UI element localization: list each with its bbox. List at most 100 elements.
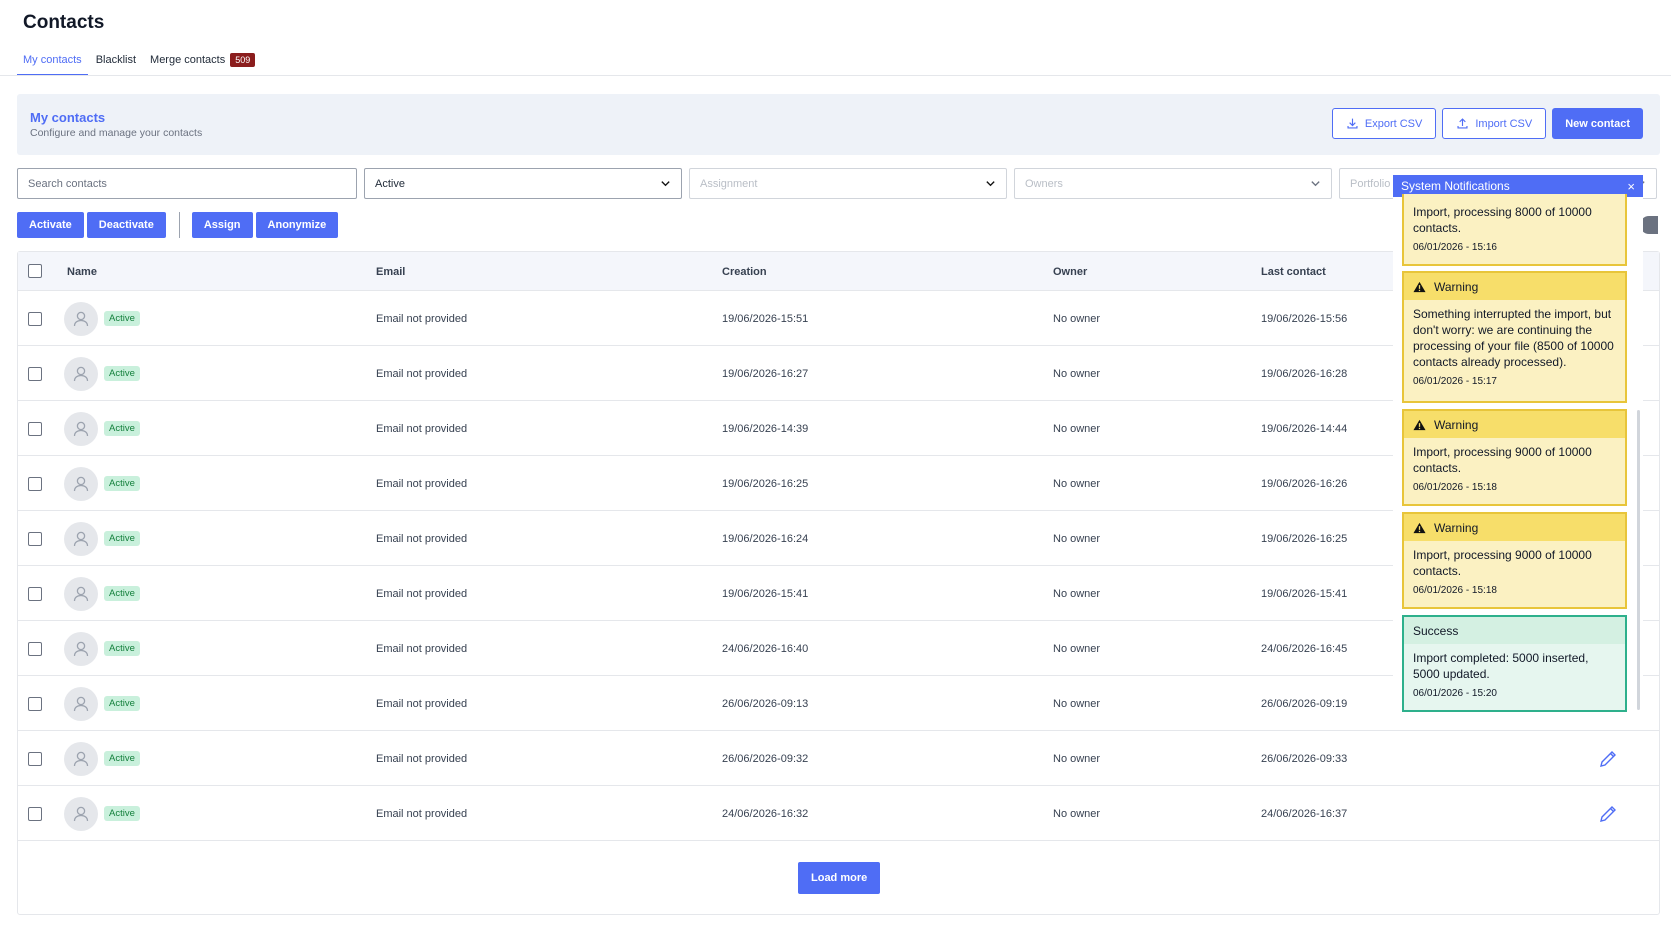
tab-bar: My contacts Blacklist Merge contacts 509	[17, 48, 261, 76]
row-checkbox[interactable]	[28, 531, 42, 546]
notification-time: 06/01/2026 - 15:18	[1413, 482, 1497, 493]
status-badge: Active	[104, 476, 140, 491]
load-more-button[interactable]: Load more	[798, 862, 881, 894]
notifications-scrollbar[interactable]	[1637, 410, 1640, 710]
import-csv-button[interactable]: Import CSV	[1442, 108, 1547, 139]
last-contact-cell: 24/06/2026-16:37	[1261, 807, 1348, 820]
row-checkbox[interactable]	[28, 806, 42, 821]
anonymize-button[interactable]: Anonymize	[255, 212, 339, 238]
owner-cell: No owner	[1053, 807, 1101, 820]
search-input[interactable]	[28, 177, 346, 190]
chevron-down-icon	[1311, 181, 1320, 187]
creation-cell: 19/06/2026-15:41	[722, 587, 809, 600]
bulk-actions: Activate Deactivate Assign Anonymize	[17, 212, 341, 238]
assign-button[interactable]: Assign	[191, 212, 253, 238]
notification-type: Warning	[1434, 520, 1479, 535]
row-checkbox[interactable]	[28, 311, 42, 326]
notification-card: Warning Something interrupted the import…	[1402, 271, 1627, 403]
row-checkbox[interactable]	[28, 751, 42, 766]
chevron-down-icon	[661, 181, 670, 187]
avatar	[64, 411, 98, 446]
last-contact-cell: 19/06/2026-16:28	[1261, 367, 1348, 380]
email-cell: Email not provided	[376, 752, 468, 765]
status-badge: Active	[104, 311, 140, 326]
last-contact-cell: 19/06/2026-15:41	[1261, 587, 1348, 600]
header-last-contact[interactable]: Last contact	[1261, 266, 1326, 278]
tab-my-contacts[interactable]: My contacts	[17, 48, 88, 76]
chevron-down-icon	[986, 181, 995, 187]
owner-cell: No owner	[1053, 697, 1101, 710]
row-checkbox[interactable]	[28, 476, 42, 491]
edit-icon[interactable]	[1598, 804, 1618, 824]
notification-text: Something interrupted the import, but do…	[1413, 307, 1614, 369]
edit-icon[interactable]	[1598, 749, 1618, 769]
notification-card: Import, processing 8000 of 10000 contact…	[1402, 194, 1627, 266]
assignment-select[interactable]: Assignment	[689, 168, 1007, 199]
email-cell: Email not provided	[376, 367, 468, 380]
status-badge: Active	[104, 696, 140, 711]
row-checkbox[interactable]	[28, 586, 42, 601]
row-checkbox[interactable]	[28, 366, 42, 381]
user-icon	[71, 364, 91, 384]
owner-cell: No owner	[1053, 642, 1101, 655]
warning-icon	[1413, 281, 1426, 292]
email-cell: Email not provided	[376, 477, 468, 490]
status-badge: Active	[104, 641, 140, 656]
merge-count-badge: 509	[230, 53, 256, 67]
row-checkbox[interactable]	[28, 421, 42, 436]
row-checkbox[interactable]	[28, 696, 42, 711]
last-contact-cell: 26/06/2026-09:19	[1261, 697, 1348, 710]
tab-blacklist[interactable]: Blacklist	[90, 48, 142, 76]
row-checkbox[interactable]	[28, 641, 42, 656]
notification-time: 06/01/2026 - 15:17	[1413, 376, 1497, 387]
user-icon	[71, 474, 91, 494]
email-cell: Email not provided	[376, 642, 468, 655]
upload-icon	[1457, 118, 1468, 129]
notification-card: Warning Import, processing 9000 of 10000…	[1402, 409, 1627, 506]
section-subtitle: Configure and manage your contacts	[30, 127, 203, 139]
header-email[interactable]: Email	[376, 266, 405, 278]
owner-cell: No owner	[1053, 477, 1101, 490]
tab-merge-contacts[interactable]: Merge contacts 509	[144, 48, 261, 76]
new-contact-button[interactable]: New contact	[1552, 108, 1643, 139]
user-icon	[71, 749, 91, 769]
status-badge: Active	[104, 751, 140, 766]
notification-time: 06/01/2026 - 15:20	[1413, 688, 1497, 699]
user-icon	[71, 419, 91, 439]
user-icon	[71, 529, 91, 549]
header-creation[interactable]: Creation	[722, 266, 767, 278]
avatar	[64, 356, 98, 391]
avatar	[64, 686, 98, 721]
notification-type: Warning	[1434, 279, 1479, 294]
status-badge: Active	[104, 421, 140, 436]
notification-time: 06/01/2026 - 15:16	[1413, 242, 1497, 253]
owner-cell: No owner	[1053, 532, 1101, 545]
export-csv-button[interactable]: Export CSV	[1331, 108, 1437, 139]
table-row[interactable]: Active Email not provided 26/06/2026-09:32…	[18, 731, 1659, 786]
last-contact-cell: 19/06/2026-16:26	[1261, 477, 1348, 490]
section-title: My contacts	[30, 110, 106, 125]
tabs-divider	[0, 75, 1671, 76]
search-field[interactable]	[17, 168, 357, 199]
table-row[interactable]: Active Email not provided 24/06/2026-16:32…	[18, 786, 1659, 841]
owner-cell: No owner	[1053, 422, 1101, 435]
select-all-checkbox[interactable]	[28, 264, 42, 278]
creation-cell: 19/06/2026-14:39	[722, 422, 809, 435]
page-title: Contacts	[23, 12, 105, 33]
email-cell: Email not provided	[376, 807, 468, 820]
email-cell: Email not provided	[376, 697, 468, 710]
header-name[interactable]: Name	[67, 266, 97, 278]
email-cell: Email not provided	[376, 422, 468, 435]
deactivate-button[interactable]: Deactivate	[86, 212, 166, 238]
header-owner[interactable]: Owner	[1053, 266, 1087, 278]
activate-button[interactable]: Activate	[17, 212, 84, 238]
owners-select[interactable]: Owners	[1014, 168, 1332, 199]
avatar	[64, 576, 98, 611]
owner-cell: No owner	[1053, 587, 1101, 600]
last-contact-cell: 19/06/2026-14:44	[1261, 422, 1348, 435]
notification-type: Warning	[1434, 417, 1479, 432]
avatar	[64, 796, 98, 831]
status-select[interactable]: Active	[364, 168, 682, 199]
notification-text: Import, processing 9000 of 10000 contact…	[1413, 548, 1592, 578]
close-icon[interactable]: ×	[1627, 179, 1635, 194]
